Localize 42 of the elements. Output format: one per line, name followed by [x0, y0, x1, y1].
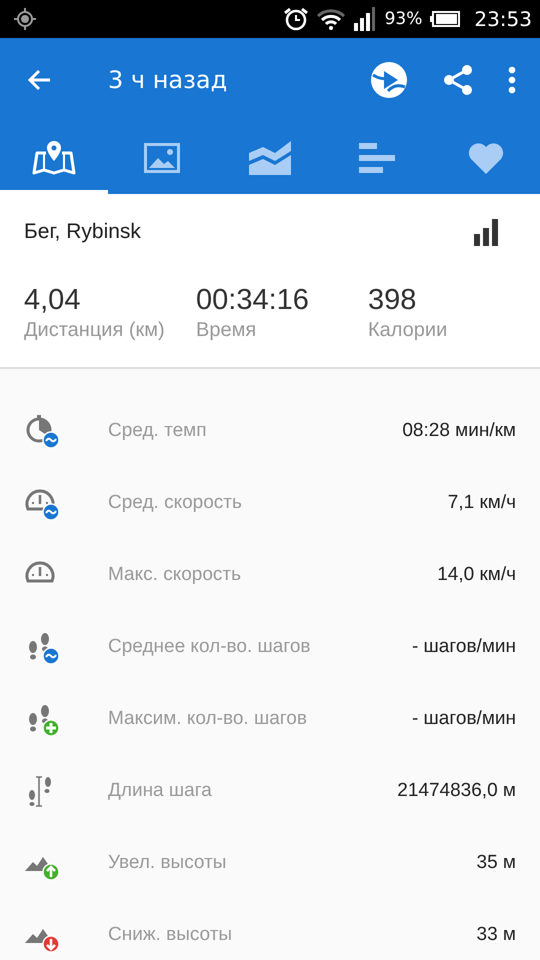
metric-value: - шагов/мин	[412, 708, 516, 730]
wifi-icon	[316, 8, 345, 30]
stopwatch-icon	[24, 413, 60, 449]
more-options-icon[interactable]	[508, 66, 516, 94]
metric-label: Длина шага	[108, 780, 213, 802]
stats-bars-icon[interactable]	[474, 218, 500, 246]
clock-time: 23:53	[474, 7, 532, 31]
battery-icon	[430, 11, 460, 27]
metric-value: 21474836,0 м	[397, 780, 516, 802]
screen-title: 3 ч назад	[108, 66, 228, 94]
replay-icon[interactable]	[370, 61, 408, 99]
alarm-icon	[282, 7, 309, 31]
back-button[interactable]	[26, 68, 52, 92]
heart-icon	[468, 142, 504, 174]
metric-value: 14,0 км/ч	[437, 564, 516, 586]
metric-label: Максим. кол-во. шагов	[108, 708, 308, 730]
metric-value: 08:28 мин/км	[402, 420, 516, 442]
metric-value: 33 м	[476, 924, 516, 946]
metric-value: 35 м	[476, 852, 516, 874]
metric-label: Сред. темп	[108, 420, 208, 442]
map-pin-icon	[32, 141, 76, 175]
area-chart-icon	[249, 141, 291, 175]
bars-icon	[359, 143, 397, 173]
metric-label: Увел. высоты	[108, 852, 228, 874]
metric-label: Среднее кол-во. шагов	[108, 636, 312, 658]
summary-label: Дистанция (км)	[24, 319, 165, 342]
metric-label: Сниж. высоты	[108, 924, 234, 946]
activity-title: Бег, Rybinsk	[24, 220, 141, 244]
metric-value: 7,1 км/ч	[448, 492, 516, 514]
summary-value: 00:34:16	[196, 284, 309, 317]
summary-value: 398	[368, 284, 416, 317]
metric-label: Макс. скорость	[108, 564, 242, 586]
location-icon	[14, 8, 36, 30]
metric-label: Сред. скорость	[108, 492, 243, 514]
battery-percent: 93%	[384, 9, 422, 29]
signal-icon	[352, 7, 377, 31]
share-icon[interactable]	[442, 64, 474, 96]
image-icon	[144, 143, 180, 173]
summary-label: Калории	[368, 319, 448, 342]
summary-label: Время	[196, 319, 256, 342]
metric-value: - шагов/мин	[412, 636, 516, 658]
summary-value: 4,04	[24, 284, 80, 317]
